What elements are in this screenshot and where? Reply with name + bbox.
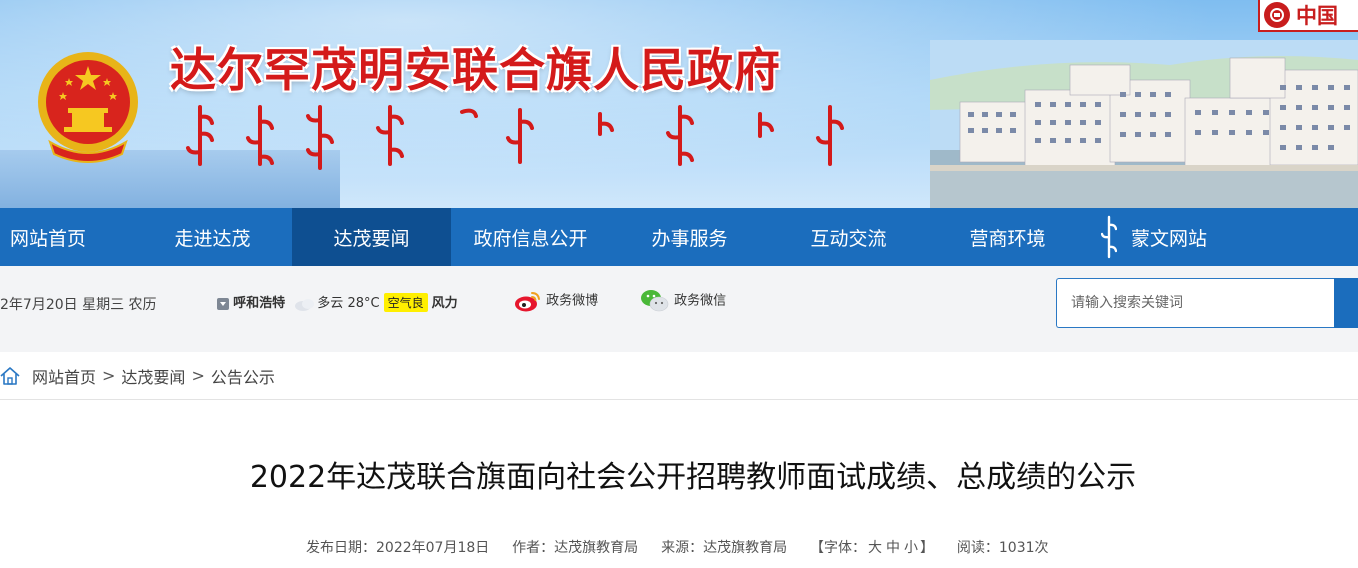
nav-item-gov-info[interactable]: 政府信息公开 (451, 208, 610, 266)
author: 达茂旗教育局 (554, 540, 639, 556)
font-size-close: 】 (919, 540, 934, 556)
font-size-small[interactable]: 小 (904, 540, 918, 556)
nav-item-home[interactable]: 网站首页 (0, 208, 133, 266)
breadcrumb-news[interactable]: 达茂要闻 (121, 364, 185, 388)
home-icon (0, 366, 20, 385)
font-size-open: 【字体： (809, 540, 866, 556)
mongolian-script-title (186, 105, 844, 170)
weibo-link[interactable]: 政务微博 (514, 289, 598, 313)
weather-condition: 多云 (317, 296, 344, 311)
wind-text: 风力 (431, 296, 458, 311)
temperature: 28°C (347, 296, 380, 311)
article-title: 2022年达茂联合旗面向社会公开招聘教师面试成绩、总成绩的公示 (249, 460, 1137, 495)
breadcrumb-home[interactable]: 网站首页 (32, 364, 96, 388)
town-illustration (930, 40, 1358, 208)
search-input[interactable] (1056, 278, 1334, 328)
main-nav: 网站首页 走进达茂 达茂要闻 政府信息公开 办事服务 互动交流 营商环境 蒙文网… (0, 208, 1358, 266)
site-title: 达尔罕茂明安联合旗人民政府 (170, 43, 781, 97)
publish-date-label: 发布日期： (306, 540, 376, 556)
breadcrumb-announcements[interactable]: 公告公示 (211, 364, 275, 388)
date-text: 2年7月20日 星期三 农历 (0, 297, 157, 313)
china-badge-text: 中国 (1296, 4, 1338, 28)
nav-item-mongolian-label: 蒙文网站 (1131, 227, 1208, 250)
wechat-icon (641, 290, 669, 312)
wechat-label: 政务微信 (674, 293, 727, 309)
city-dropdown-icon[interactable] (217, 297, 229, 310)
wechat-link[interactable]: 政务微信 (640, 289, 726, 313)
read-count: 1031次 (998, 540, 1049, 556)
nav-item-news[interactable]: 达茂要闻 (292, 208, 451, 266)
weibo-icon (515, 292, 540, 312)
nav-item-business-env[interactable]: 营商环境 (928, 208, 1087, 266)
breadcrumb-separator: > (191, 366, 205, 385)
gov-seal-icon (1264, 2, 1290, 28)
cloudy-weather-icon (295, 298, 315, 311)
article-meta: 发布日期：2022年07月18日 作者：达茂旗教育局 来源：达茂旗教育局 【字体… (306, 537, 1049, 557)
read-count-label: 阅读： (956, 540, 999, 556)
aqi-badge: 空气良 (383, 293, 428, 312)
city-name[interactable]: 呼和浩特 (233, 296, 285, 311)
nav-item-services[interactable]: 办事服务 (610, 208, 769, 266)
breadcrumb-separator: > (102, 366, 116, 385)
font-size-large[interactable]: 大 (868, 540, 882, 556)
publish-date: 2022年07月18日 (376, 540, 490, 556)
header-banner: 达尔罕茂明安联合旗人民政府 中国 (0, 0, 1358, 208)
source-label: 来源： (661, 540, 704, 556)
search-button[interactable] (1334, 278, 1358, 328)
nav-item-mongolian-site[interactable]: 蒙文网站 (1087, 208, 1207, 266)
national-emblem-icon (38, 52, 138, 163)
breadcrumb: 网站首页 > 达茂要闻 > 公告公示 (0, 352, 1358, 400)
source: 达茂旗教育局 (703, 540, 788, 556)
weibo-label: 政务微博 (546, 293, 599, 309)
author-label: 作者： (512, 540, 555, 556)
china-gov-badge[interactable]: 中国 (1258, 0, 1358, 32)
mongolian-script-icon (1101, 215, 1117, 259)
search-box (1056, 278, 1358, 328)
nav-item-interaction[interactable]: 互动交流 (769, 208, 928, 266)
nav-item-about[interactable]: 走进达茂 (133, 208, 292, 266)
font-size-medium[interactable]: 中 (886, 540, 900, 556)
weather-widget: 呼和浩特 多云 28°C 空气良 风力 (217, 292, 458, 313)
